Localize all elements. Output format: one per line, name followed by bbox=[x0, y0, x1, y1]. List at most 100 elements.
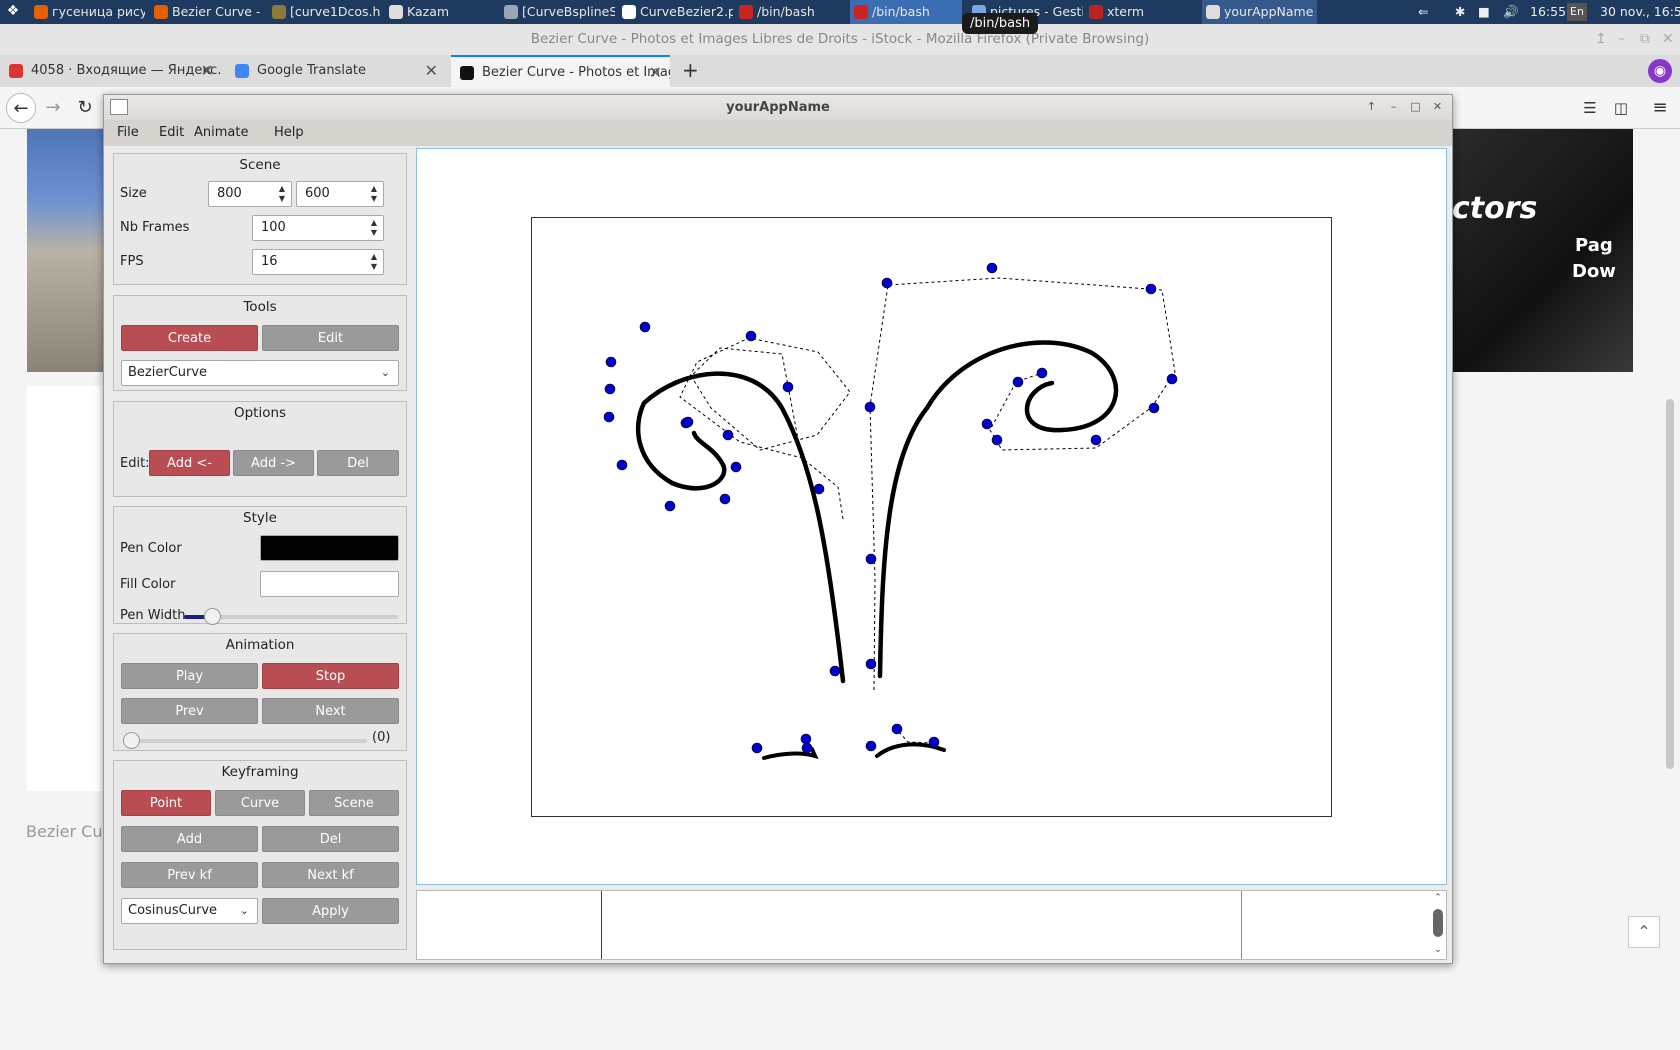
image-card[interactable] bbox=[27, 386, 107, 791]
tab-bezier-curve-istock[interactable]: Bezier Curve - Photos et Images ✕ bbox=[451, 55, 670, 87]
scene-canvas[interactable] bbox=[531, 217, 1332, 817]
scroll-up-icon[interactable]: ⌃ bbox=[1432, 893, 1444, 903]
spin-arrows-icon[interactable]: ▲ ▼ bbox=[276, 184, 288, 204]
control-point[interactable] bbox=[1166, 373, 1178, 385]
image-caption[interactable]: Bezier Cur bbox=[26, 822, 109, 841]
control-point[interactable] bbox=[639, 321, 651, 333]
menu-icon[interactable]: ≡ bbox=[1645, 93, 1675, 123]
edit-tool-button[interactable]: Edit bbox=[262, 325, 399, 351]
keyboard-photo[interactable]: ctors Pag Dow bbox=[1450, 129, 1633, 372]
control-point[interactable] bbox=[616, 459, 628, 471]
control-point[interactable] bbox=[751, 742, 763, 754]
timeline-scrollbar[interactable]: ⌃ ⌄ bbox=[1430, 891, 1446, 959]
minimize-icon[interactable]: – bbox=[1384, 98, 1403, 117]
pen-color-swatch[interactable] bbox=[260, 535, 399, 561]
play-button[interactable]: Play bbox=[121, 663, 258, 689]
taskbar-item[interactable]: yourAppName bbox=[1202, 0, 1317, 24]
page-scrollbar[interactable] bbox=[1666, 399, 1674, 769]
control-point[interactable] bbox=[864, 401, 876, 413]
control-point[interactable] bbox=[605, 356, 617, 368]
control-point[interactable] bbox=[719, 493, 731, 505]
close-tab-icon[interactable]: ✕ bbox=[649, 57, 662, 87]
tray-clock[interactable]: 16:55 bbox=[1530, 0, 1566, 24]
fps-spinbox[interactable]: 16 ▲ ▼ bbox=[252, 249, 384, 275]
frame-slider[interactable] bbox=[123, 732, 367, 749]
menu-edit[interactable]: Edit bbox=[159, 120, 184, 146]
volume-icon[interactable]: 🔊 bbox=[1503, 0, 1519, 24]
interpolation-select[interactable]: CosinusCurve ⌄ bbox=[121, 898, 258, 924]
prev-frame-button[interactable]: Prev bbox=[121, 698, 258, 724]
taskbar-item[interactable]: xterm bbox=[1085, 0, 1195, 24]
bluetooth-icon[interactable]: ✱ bbox=[1455, 0, 1465, 24]
scroll-down-icon[interactable]: ⌄ bbox=[1432, 945, 1444, 955]
apply-interpolation-button[interactable]: Apply bbox=[262, 898, 399, 924]
slider-handle[interactable] bbox=[203, 608, 221, 625]
menu-file[interactable]: File bbox=[117, 120, 139, 146]
taskbar-item[interactable]: [curve1Dcos.h ... bbox=[268, 0, 383, 24]
control-point[interactable] bbox=[991, 434, 1003, 446]
control-point[interactable] bbox=[829, 665, 841, 677]
keyframe-point-button[interactable]: Point bbox=[121, 790, 211, 816]
fill-color-swatch[interactable] bbox=[260, 571, 399, 597]
close-tab-icon[interactable]: ✕ bbox=[425, 55, 438, 87]
datetime-label[interactable]: 30 nov., 16:55 bbox=[1600, 0, 1680, 24]
drawing-view[interactable] bbox=[416, 148, 1447, 885]
nb-frames-spinbox[interactable]: 100 ▲ ▼ bbox=[252, 215, 384, 241]
maximize-icon[interactable]: □ bbox=[1406, 98, 1425, 117]
control-point[interactable] bbox=[986, 262, 998, 274]
taskbar-item[interactable]: Kazam bbox=[385, 0, 495, 24]
keyframe-curve-button[interactable]: Curve bbox=[215, 790, 305, 816]
control-point[interactable] bbox=[981, 418, 993, 430]
create-button[interactable]: Create bbox=[121, 325, 258, 351]
taskbar-item[interactable]: /bin/bash bbox=[735, 0, 845, 24]
control-point[interactable] bbox=[1012, 376, 1024, 388]
tab-google-translate[interactable]: Google Translate ✕ bbox=[226, 55, 446, 87]
keyboard-layout-indicator[interactable]: En bbox=[1567, 3, 1587, 21]
add-before-button[interactable]: Add <- bbox=[149, 450, 230, 476]
close-tab-icon[interactable]: ✕ bbox=[201, 55, 214, 87]
next-keyframe-button[interactable]: Next kf bbox=[262, 862, 399, 888]
close-icon[interactable]: ✕ bbox=[1428, 98, 1447, 117]
prev-keyframe-button[interactable]: Prev kf bbox=[121, 862, 258, 888]
menu-help[interactable]: Help bbox=[274, 120, 304, 146]
spin-arrows-icon[interactable]: ▲ ▼ bbox=[368, 218, 380, 238]
control-point[interactable] bbox=[1145, 283, 1157, 295]
library-icon[interactable]: ☰ bbox=[1575, 93, 1605, 123]
control-point[interactable] bbox=[782, 381, 794, 393]
slider-handle[interactable] bbox=[123, 732, 140, 749]
delete-point-button[interactable]: Del bbox=[317, 450, 399, 476]
back-button[interactable]: ← bbox=[6, 93, 36, 123]
control-point[interactable] bbox=[664, 500, 676, 512]
scene-width-spinbox[interactable]: 800 ▲ ▼ bbox=[208, 181, 292, 207]
spin-arrows-icon[interactable]: ▲ ▼ bbox=[368, 252, 380, 272]
window-minimize-icon[interactable]: – bbox=[1618, 24, 1625, 55]
taskbar-item[interactable]: /bin/bash bbox=[850, 0, 962, 24]
menu-animate[interactable]: Animate bbox=[194, 120, 248, 146]
curve-type-select[interactable]: BezierCurve ⌄ bbox=[121, 360, 399, 386]
scroll-to-top-button[interactable]: ⌃ bbox=[1628, 916, 1660, 948]
add-after-button[interactable]: Add -> bbox=[233, 450, 314, 476]
control-point[interactable] bbox=[722, 429, 734, 441]
control-point[interactable] bbox=[745, 330, 757, 342]
app-window-icon[interactable] bbox=[110, 99, 128, 115]
reload-button[interactable]: ↻ bbox=[70, 93, 100, 123]
add-keyframe-button[interactable]: Add bbox=[121, 826, 258, 852]
control-point[interactable] bbox=[604, 383, 616, 395]
control-point[interactable] bbox=[865, 740, 877, 752]
start-menu-icon[interactable]: ❖ bbox=[4, 3, 22, 21]
next-frame-button[interactable]: Next bbox=[262, 698, 399, 724]
control-point[interactable] bbox=[1036, 367, 1048, 379]
control-point[interactable] bbox=[928, 736, 940, 748]
window-close-icon[interactable]: ✕ bbox=[1662, 24, 1674, 55]
spin-arrows-icon[interactable]: ▲ ▼ bbox=[368, 184, 380, 204]
keyframe-scene-button[interactable]: Scene bbox=[309, 790, 399, 816]
stop-button[interactable]: Stop bbox=[262, 663, 399, 689]
control-point[interactable] bbox=[801, 742, 813, 754]
timeline-frame-range[interactable] bbox=[601, 891, 1242, 959]
taskbar-item[interactable]: CurveBezier2.p... bbox=[618, 0, 733, 24]
control-point[interactable] bbox=[881, 277, 893, 289]
network-icon[interactable]: ⇐ bbox=[1418, 0, 1428, 24]
keep-above-icon[interactable]: ↑ bbox=[1362, 98, 1381, 117]
taskbar-item[interactable]: гусеница рису... bbox=[30, 0, 145, 24]
delete-keyframe-button[interactable]: Del bbox=[262, 826, 399, 852]
